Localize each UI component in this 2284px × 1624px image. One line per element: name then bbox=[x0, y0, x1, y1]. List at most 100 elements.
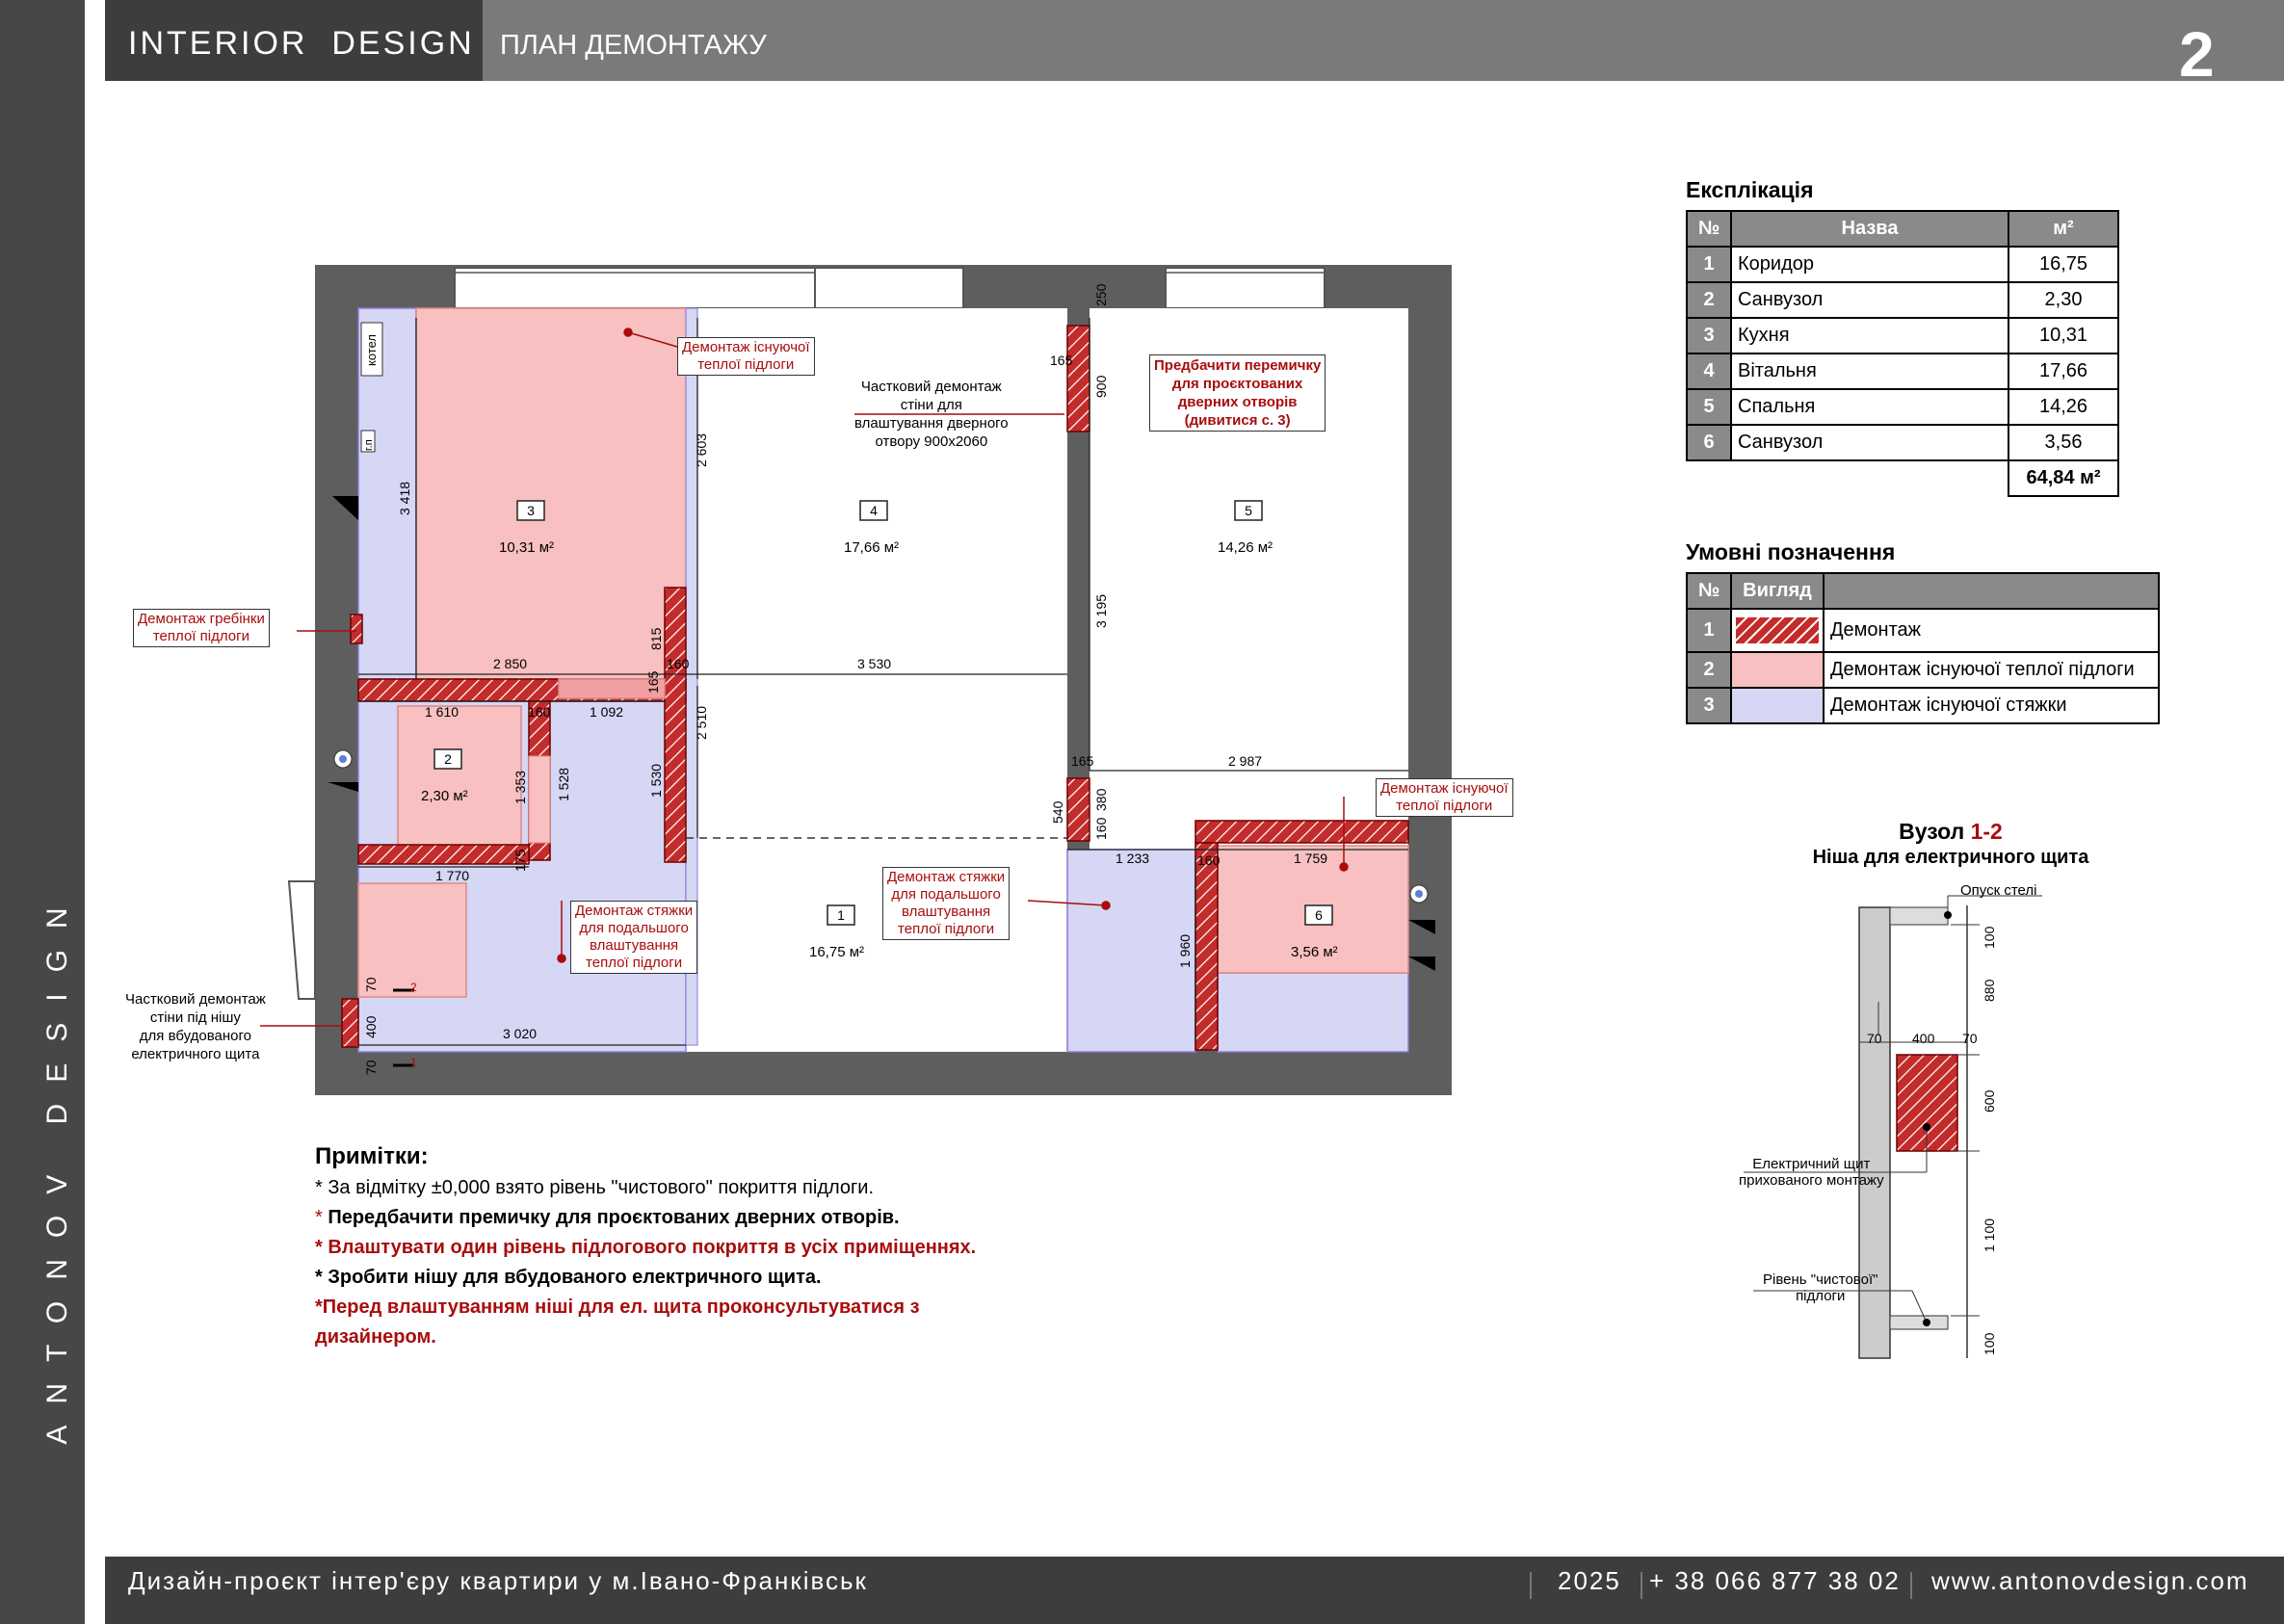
table-row: 6 Санвузол 3,56 bbox=[1686, 424, 2119, 461]
dim-label: 900 bbox=[1093, 375, 1109, 398]
note-5: *Перед влаштуванням ніші для ел. щита пр… bbox=[315, 1297, 920, 1318]
room-area-3: 10,31 м² bbox=[499, 539, 555, 556]
dim-label: 160 bbox=[1093, 817, 1109, 840]
node-dim: 880 bbox=[1982, 979, 1997, 1002]
callout-screed-center: Демонтаж стяжки для подальшого влаштуван… bbox=[882, 867, 1011, 940]
swatch-demolition bbox=[1736, 617, 1819, 643]
dim-label: 2 603 bbox=[694, 432, 709, 467]
dim-label: 815 bbox=[648, 627, 664, 650]
room-number-4: 4 bbox=[870, 503, 878, 518]
node-dim: 600 bbox=[1982, 1089, 1997, 1113]
col-header: Назва bbox=[1730, 210, 2009, 248]
col-header: м² bbox=[2008, 210, 2119, 248]
room-number-6: 6 bbox=[1315, 907, 1323, 923]
callout-comb: Демонтаж гребінки теплої підлоги bbox=[133, 609, 270, 647]
footer-project: Дизайн-проєкт інтер'єру квартири у м.Іва… bbox=[128, 1566, 868, 1595]
table-row: 1 Демонтаж bbox=[1686, 608, 2160, 653]
callout-partial-wall-niche: Частковий демонтаж стіни під нішу для вб… bbox=[125, 991, 266, 1062]
note-3: * Влаштувати один рівень підлогового пок… bbox=[315, 1237, 977, 1258]
table-row: 3 Демонтаж існуючої стяжки bbox=[1686, 687, 2160, 724]
distribution-tag: г.п bbox=[363, 439, 375, 451]
dim-label: 1 092 bbox=[590, 704, 624, 720]
dim-label: 1 528 bbox=[556, 767, 571, 801]
room-area-5: 14,26 м² bbox=[1218, 539, 1273, 556]
node-subtitle: Ніша для електричного щита bbox=[1812, 847, 2089, 868]
dim-label: 165 bbox=[645, 670, 661, 694]
node-dim: 1 100 bbox=[1982, 1218, 1997, 1252]
dim-label: 250 bbox=[1093, 283, 1109, 306]
note-2: * Передбачити премичку для проєктованих … bbox=[315, 1207, 900, 1228]
node-dim: 400 bbox=[1912, 1031, 1935, 1046]
room-number-1: 1 bbox=[837, 907, 845, 923]
footer-phone[interactable]: + 38 066 877 38 02 bbox=[1649, 1566, 1901, 1596]
note-4: * Зробити нішу для вбудованого електричн… bbox=[315, 1267, 822, 1288]
dim-label: 3 020 bbox=[503, 1026, 538, 1041]
notes-title: Примітки: bbox=[315, 1143, 429, 1169]
view-marker-1: 1 bbox=[410, 1056, 417, 1069]
room-number-3: 3 bbox=[527, 503, 535, 518]
dim-label: 2 987 bbox=[1228, 753, 1263, 769]
legend-table: № Вигляд 1 Демонтаж 2 Демонтаж існуючої … bbox=[1686, 572, 2160, 724]
dim-label: 1 759 bbox=[1294, 851, 1328, 866]
heated-floor-kitchen bbox=[415, 307, 687, 680]
dim-label: 160 bbox=[528, 704, 551, 720]
dim-label: 1 610 bbox=[425, 704, 459, 720]
col-header: № bbox=[1686, 572, 1732, 610]
callout-partial-wall-door: Частковий демонтаж стіни для влаштування… bbox=[854, 379, 1009, 450]
table-row: 4 Вітальня 17,66 bbox=[1686, 353, 2119, 390]
dim-label: 2 850 bbox=[493, 656, 528, 671]
dim-label: 1 530 bbox=[648, 763, 664, 798]
dim-label: 70 bbox=[363, 1060, 379, 1075]
total-area: 64,84 м² bbox=[2008, 459, 2119, 497]
dim-label: 165 bbox=[1071, 753, 1094, 769]
dim-label: 400 bbox=[363, 1015, 379, 1038]
footer-divider bbox=[1530, 1572, 1532, 1599]
dim-label: 175 bbox=[512, 849, 528, 872]
legend-title: Умовні позначення bbox=[1686, 539, 1896, 564]
swatch-screed bbox=[1730, 687, 1825, 724]
table-row: 1 Коридор 16,75 bbox=[1686, 246, 2119, 283]
node-dim: 70 bbox=[1962, 1031, 1978, 1046]
footer-website-link[interactable]: www.antonovdesign.com bbox=[1931, 1566, 2249, 1596]
table-row: 3 Кухня 10,31 bbox=[1686, 317, 2119, 354]
footer-divider bbox=[1641, 1572, 1642, 1599]
dim-label: 3 195 bbox=[1093, 593, 1109, 628]
dim-label: 1 353 bbox=[512, 770, 528, 804]
callout-screed-left: Демонтаж стяжки для подальшого влаштуван… bbox=[570, 901, 698, 974]
windows bbox=[454, 267, 1326, 309]
heated-floor-bath bbox=[397, 705, 522, 848]
node-label-floor: Рівень "чистової" підлоги bbox=[1763, 1271, 1878, 1304]
footer-divider bbox=[1910, 1572, 1912, 1599]
dim-label: 1 960 bbox=[1177, 933, 1193, 968]
dim-label: 2 510 bbox=[694, 705, 709, 740]
callout-heated-floor-right: Демонтаж існуючої теплої підлоги bbox=[1376, 778, 1513, 817]
room-area-6: 3,56 м² bbox=[1291, 944, 1338, 960]
col-header: № bbox=[1686, 210, 1732, 248]
dim-label: 165 bbox=[1050, 353, 1073, 368]
node-dim: 100 bbox=[1982, 926, 1997, 949]
dim-label: 380 bbox=[1093, 788, 1109, 811]
table-row: 2 Санвузол 2,30 bbox=[1686, 281, 2119, 319]
note-6: дизайнером. bbox=[315, 1326, 436, 1348]
explication-title: Експлікація bbox=[1686, 177, 1814, 202]
room-area-1: 16,75 м² bbox=[809, 944, 865, 960]
node-dim: 100 bbox=[1982, 1332, 1997, 1355]
dim-label: 160 bbox=[667, 656, 690, 671]
dim-label: 540 bbox=[1050, 800, 1065, 824]
footer-year: 2025 bbox=[1558, 1566, 1621, 1595]
callout-lintel: Предбачити перемичку для проєктованих дв… bbox=[1149, 354, 1326, 432]
room-number-2: 2 bbox=[444, 751, 452, 767]
dim-label: 3 418 bbox=[397, 481, 412, 515]
node-title: Вузол 1-2 bbox=[1899, 819, 2003, 844]
room-area-2: 2,30 м² bbox=[421, 788, 468, 804]
node-dim: 70 bbox=[1867, 1031, 1882, 1046]
callout-heated-floor-top: Демонтаж існуючої теплої підлоги bbox=[677, 337, 815, 376]
table-row: 5 Спальня 14,26 bbox=[1686, 388, 2119, 426]
node-label-ceiling: Опуск стелі bbox=[1960, 882, 2037, 899]
explication-table: № Назва м² 1 Коридор 16,75 2 Санвузол 2,30 3… bbox=[1686, 210, 2119, 497]
dim-label: 70 bbox=[363, 977, 379, 992]
node-label-panel: Електричний щит прихованого монтажу bbox=[1739, 1156, 1884, 1189]
room-number-5: 5 bbox=[1245, 503, 1252, 518]
dim-label: 3 530 bbox=[857, 656, 892, 671]
dim-label: 1 233 bbox=[1116, 851, 1150, 866]
